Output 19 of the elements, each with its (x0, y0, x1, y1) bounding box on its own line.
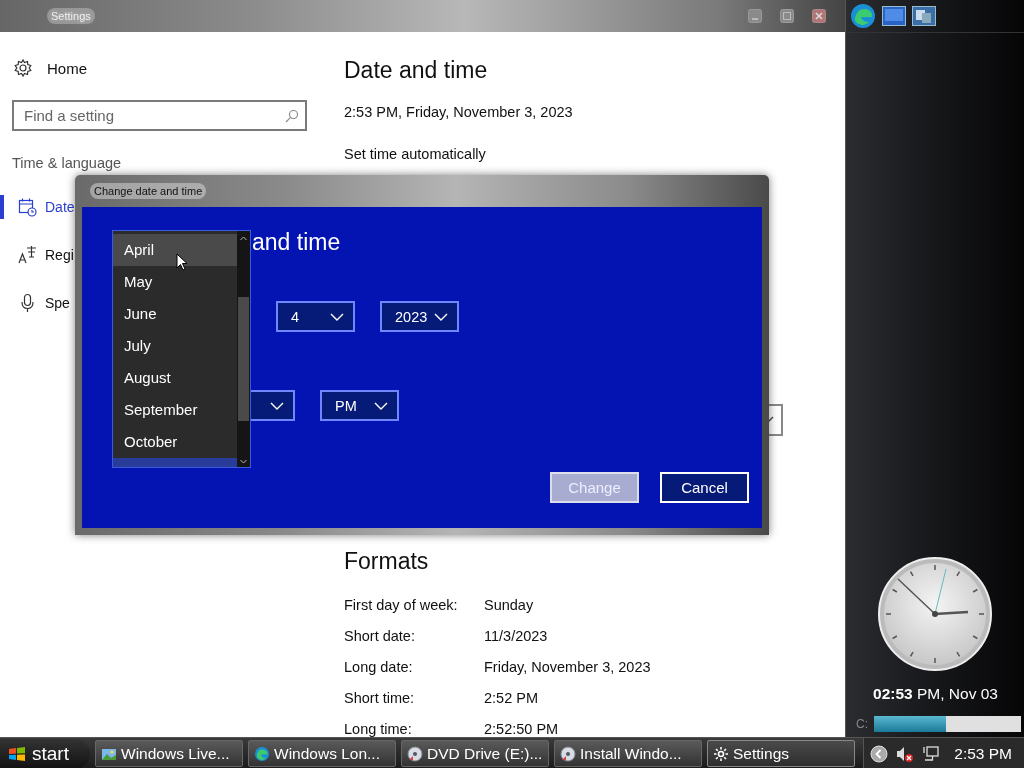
format-value: 11/3/2023 (484, 628, 548, 645)
setting-label: Set time automatically (344, 146, 487, 162)
section-label: Time & language (12, 155, 123, 171)
clock-date: 02:53 PM, Nov 03 (873, 685, 998, 703)
format-value: Sunday (484, 597, 534, 614)
format-value: 2:52:50 PM (484, 721, 559, 738)
drive-label: C: (856, 717, 868, 731)
page-title: Date and time (344, 57, 489, 84)
format-label: Short time: (344, 690, 416, 707)
format-label: Long date: (344, 659, 414, 676)
format-label: Long time: (344, 721, 413, 738)
format-value: Friday, November 3, 2023 (484, 659, 651, 676)
current-time: 2:53 PM, Friday, November 3, 2023 (344, 104, 574, 120)
dialog-title: Change date and time (90, 183, 207, 199)
section-title: Formats (344, 548, 430, 575)
format-label: First day of week: (344, 597, 459, 614)
dialog-heading: and time (252, 229, 342, 257)
format-value: 2:52 PM (484, 690, 538, 707)
format-label: Short date: (344, 628, 416, 645)
